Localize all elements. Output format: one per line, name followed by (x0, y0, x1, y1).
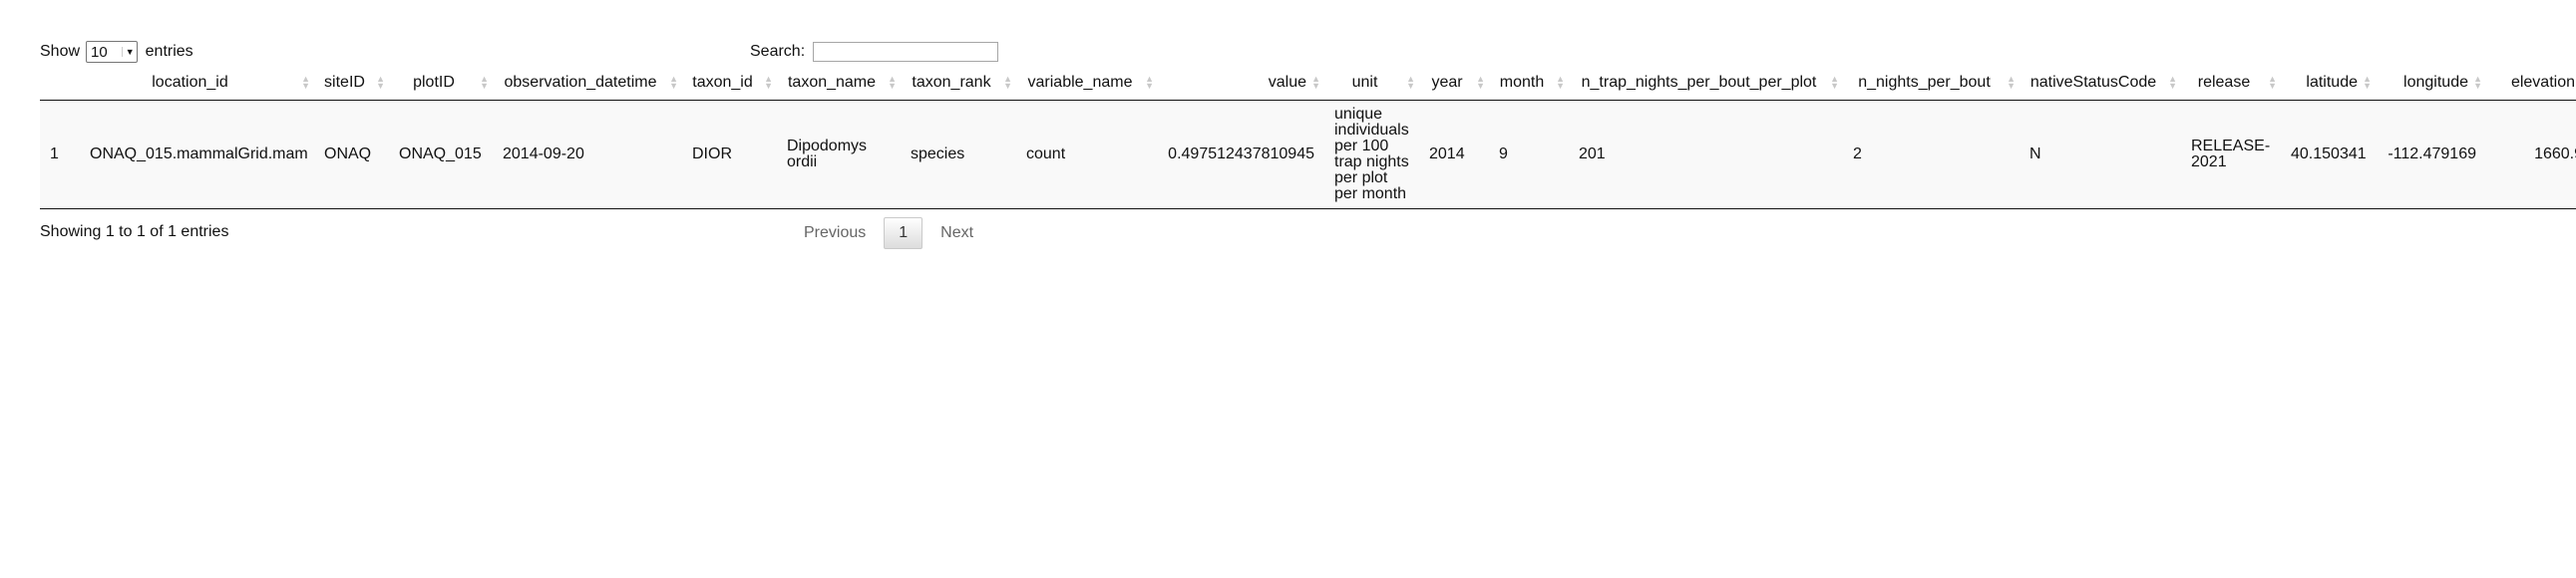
table-cell: 40.150341 (2281, 100, 2376, 209)
table-cell: 1660.9 (2486, 100, 2576, 209)
previous-button[interactable]: Previous (790, 218, 880, 248)
column-header-label: taxon_id (692, 73, 753, 91)
column-header-release[interactable]: release ▲ ▼ (2181, 66, 2281, 101)
column-header-n-trap-nights-per-bout-per-plot[interactable]: n_trap_nights_per_bout_per_plot ▲ ▼ (1569, 66, 1843, 101)
table-cell: -112.479169 (2376, 100, 2486, 209)
sort-icon: ▲ ▼ (480, 73, 489, 91)
sort-icon: ▲ ▼ (888, 73, 897, 91)
search-area: Search: (750, 40, 999, 64)
table-cell: species (901, 100, 1016, 209)
entries-per-page-value: 10 (91, 43, 108, 61)
column-header-elevation[interactable]: elevation▲▼ (2486, 66, 2576, 101)
sort-icon: ▲ ▼ (2473, 73, 2482, 91)
table-cell: 2 (1843, 100, 2020, 209)
sort-icon: ▲ ▼ (1311, 73, 1320, 91)
sort-icon: ▲ ▼ (764, 73, 773, 91)
show-label: Show (40, 43, 81, 60)
pagination: Previous 1 Next (790, 217, 987, 249)
search-input[interactable] (813, 42, 999, 62)
column-header-label: location_id (152, 73, 228, 91)
column-header-taxon-name[interactable]: taxon_name ▲ ▼ (777, 66, 901, 101)
column-header-unit[interactable]: unit ▲ ▼ (1324, 66, 1419, 101)
table-cell: 201 (1569, 100, 1843, 209)
sort-icon: ▲ ▼ (1145, 73, 1154, 91)
table-cell: 1 (40, 100, 80, 209)
table-cell: 2014-09-20 (493, 100, 682, 209)
column-header-plotid[interactable]: plotID ▲ ▼ (389, 66, 493, 101)
column-header-taxon-id[interactable]: taxon_id ▲ ▼ (682, 66, 777, 101)
table-cell: count (1016, 100, 1158, 209)
column-header-label: month (1499, 73, 1545, 91)
sort-icon: ▲ ▼ (669, 73, 678, 91)
sort-icon: ▲ ▼ (301, 73, 310, 91)
header-row: location_id ▲ ▼ siteID ▲ ▼ plotID ▲ ▼ observation… (40, 66, 2576, 101)
column-header-label: siteID (324, 73, 365, 91)
sort-icon: ▲ ▼ (1406, 73, 1415, 91)
column-header-year[interactable]: year ▲ ▼ (1419, 66, 1489, 101)
table-cell: N (2020, 100, 2181, 209)
column-header-taxon-rank[interactable]: taxon_rank ▲ ▼ (901, 66, 1016, 101)
entries-per-page-select[interactable]: 10 ▼ (86, 41, 138, 63)
sort-icon: ▲ ▼ (1476, 73, 1485, 91)
table-info: Showing 1 to 1 of 1 entries (40, 223, 229, 240)
column-header-n-nights-per-bout[interactable]: n_nights_per_bout ▲ ▼ (1843, 66, 2020, 101)
column-header-label: variable_name (1027, 73, 1133, 91)
column-header-variable-name[interactable]: variable_name ▲ ▼ (1016, 66, 1158, 101)
column-header-label: latitude (2306, 73, 2358, 91)
column-header-label: taxon_name (787, 73, 877, 91)
table-cell: RELEASE-2021 (2181, 100, 2281, 209)
sort-icon: ▲ ▼ (1003, 73, 1012, 91)
sort-icon: ▲ ▼ (2363, 73, 2372, 91)
page-1-button[interactable]: 1 (884, 217, 923, 249)
table-cell: 0.497512437810945 (1158, 100, 1324, 209)
column-header-label: plotID (413, 73, 455, 91)
data-table: location_id ▲ ▼ siteID ▲ ▼ plotID ▲ ▼ observation… (40, 66, 2576, 209)
column-header-label: n_trap_nights_per_bout_per_plot (1581, 73, 1817, 91)
sort-icon: ▲ ▼ (2268, 73, 2277, 91)
chevron-down-icon: ▼ (121, 47, 135, 57)
table-cell: 9 (1489, 100, 1569, 209)
column-header-siteid[interactable]: siteID ▲ ▼ (314, 66, 389, 101)
table-cell: unique individuals per 100 trap nights p… (1324, 100, 1419, 209)
sort-icon: ▲ ▼ (1556, 73, 1565, 91)
sort-icon: ▲ ▼ (2168, 73, 2177, 91)
column-header-label: observation_datetime (504, 73, 657, 91)
column-header-label: longitude (2403, 73, 2468, 91)
sort-icon: ▲ ▼ (376, 73, 385, 91)
column-header-label: n_nights_per_bout (1858, 73, 1991, 91)
sort-icon: ▲ ▼ (1830, 73, 1839, 91)
table-cell: ONAQ_015 (389, 100, 493, 209)
column-header-label: elevation (2510, 73, 2575, 91)
table-cell: DIOR (682, 100, 777, 209)
column-header-label: release (2197, 73, 2251, 91)
length-menu: Show 10 ▼ entries (40, 40, 193, 64)
table-cell: ONAQ (314, 100, 389, 209)
column-header-location-id[interactable]: location_id ▲ ▼ (80, 66, 314, 101)
search-label: Search: (750, 43, 806, 60)
table-row: 1 ONAQ_015.mammalGrid.mam ONAQ ONAQ_015 2014… (40, 100, 2576, 209)
table-cell: ONAQ_015.mammalGrid.mam (80, 100, 314, 209)
entries-label: entries (145, 43, 193, 60)
column-header-nativestatuscode[interactable]: nativeStatusCode ▲ ▼ (2020, 66, 2181, 101)
sort-icon: ▲ ▼ (2007, 73, 2016, 91)
column-header-label: taxon_rank (912, 73, 991, 91)
column-header-latitude[interactable]: latitude ▲ ▼ (2281, 66, 2376, 101)
table-cell: 2014 (1419, 100, 1489, 209)
table-cell: Dipodomys ordii (777, 100, 901, 209)
column-header-label: unit (1351, 73, 1378, 91)
column-header-label: value (1268, 73, 1306, 91)
column-header-longitude[interactable]: longitude ▲ ▼ (2376, 66, 2486, 101)
column-header-month[interactable]: month ▲ ▼ (1489, 66, 1569, 101)
column-header-index (40, 66, 80, 101)
column-header-value[interactable]: value ▲ ▼ (1158, 66, 1324, 101)
next-button[interactable]: Next (926, 218, 987, 248)
column-header-observation-datetime[interactable]: observation_datetime ▲ ▼ (493, 66, 682, 101)
column-header-label: nativeStatusCode (2029, 73, 2157, 91)
column-header-label: year (1431, 73, 1463, 91)
